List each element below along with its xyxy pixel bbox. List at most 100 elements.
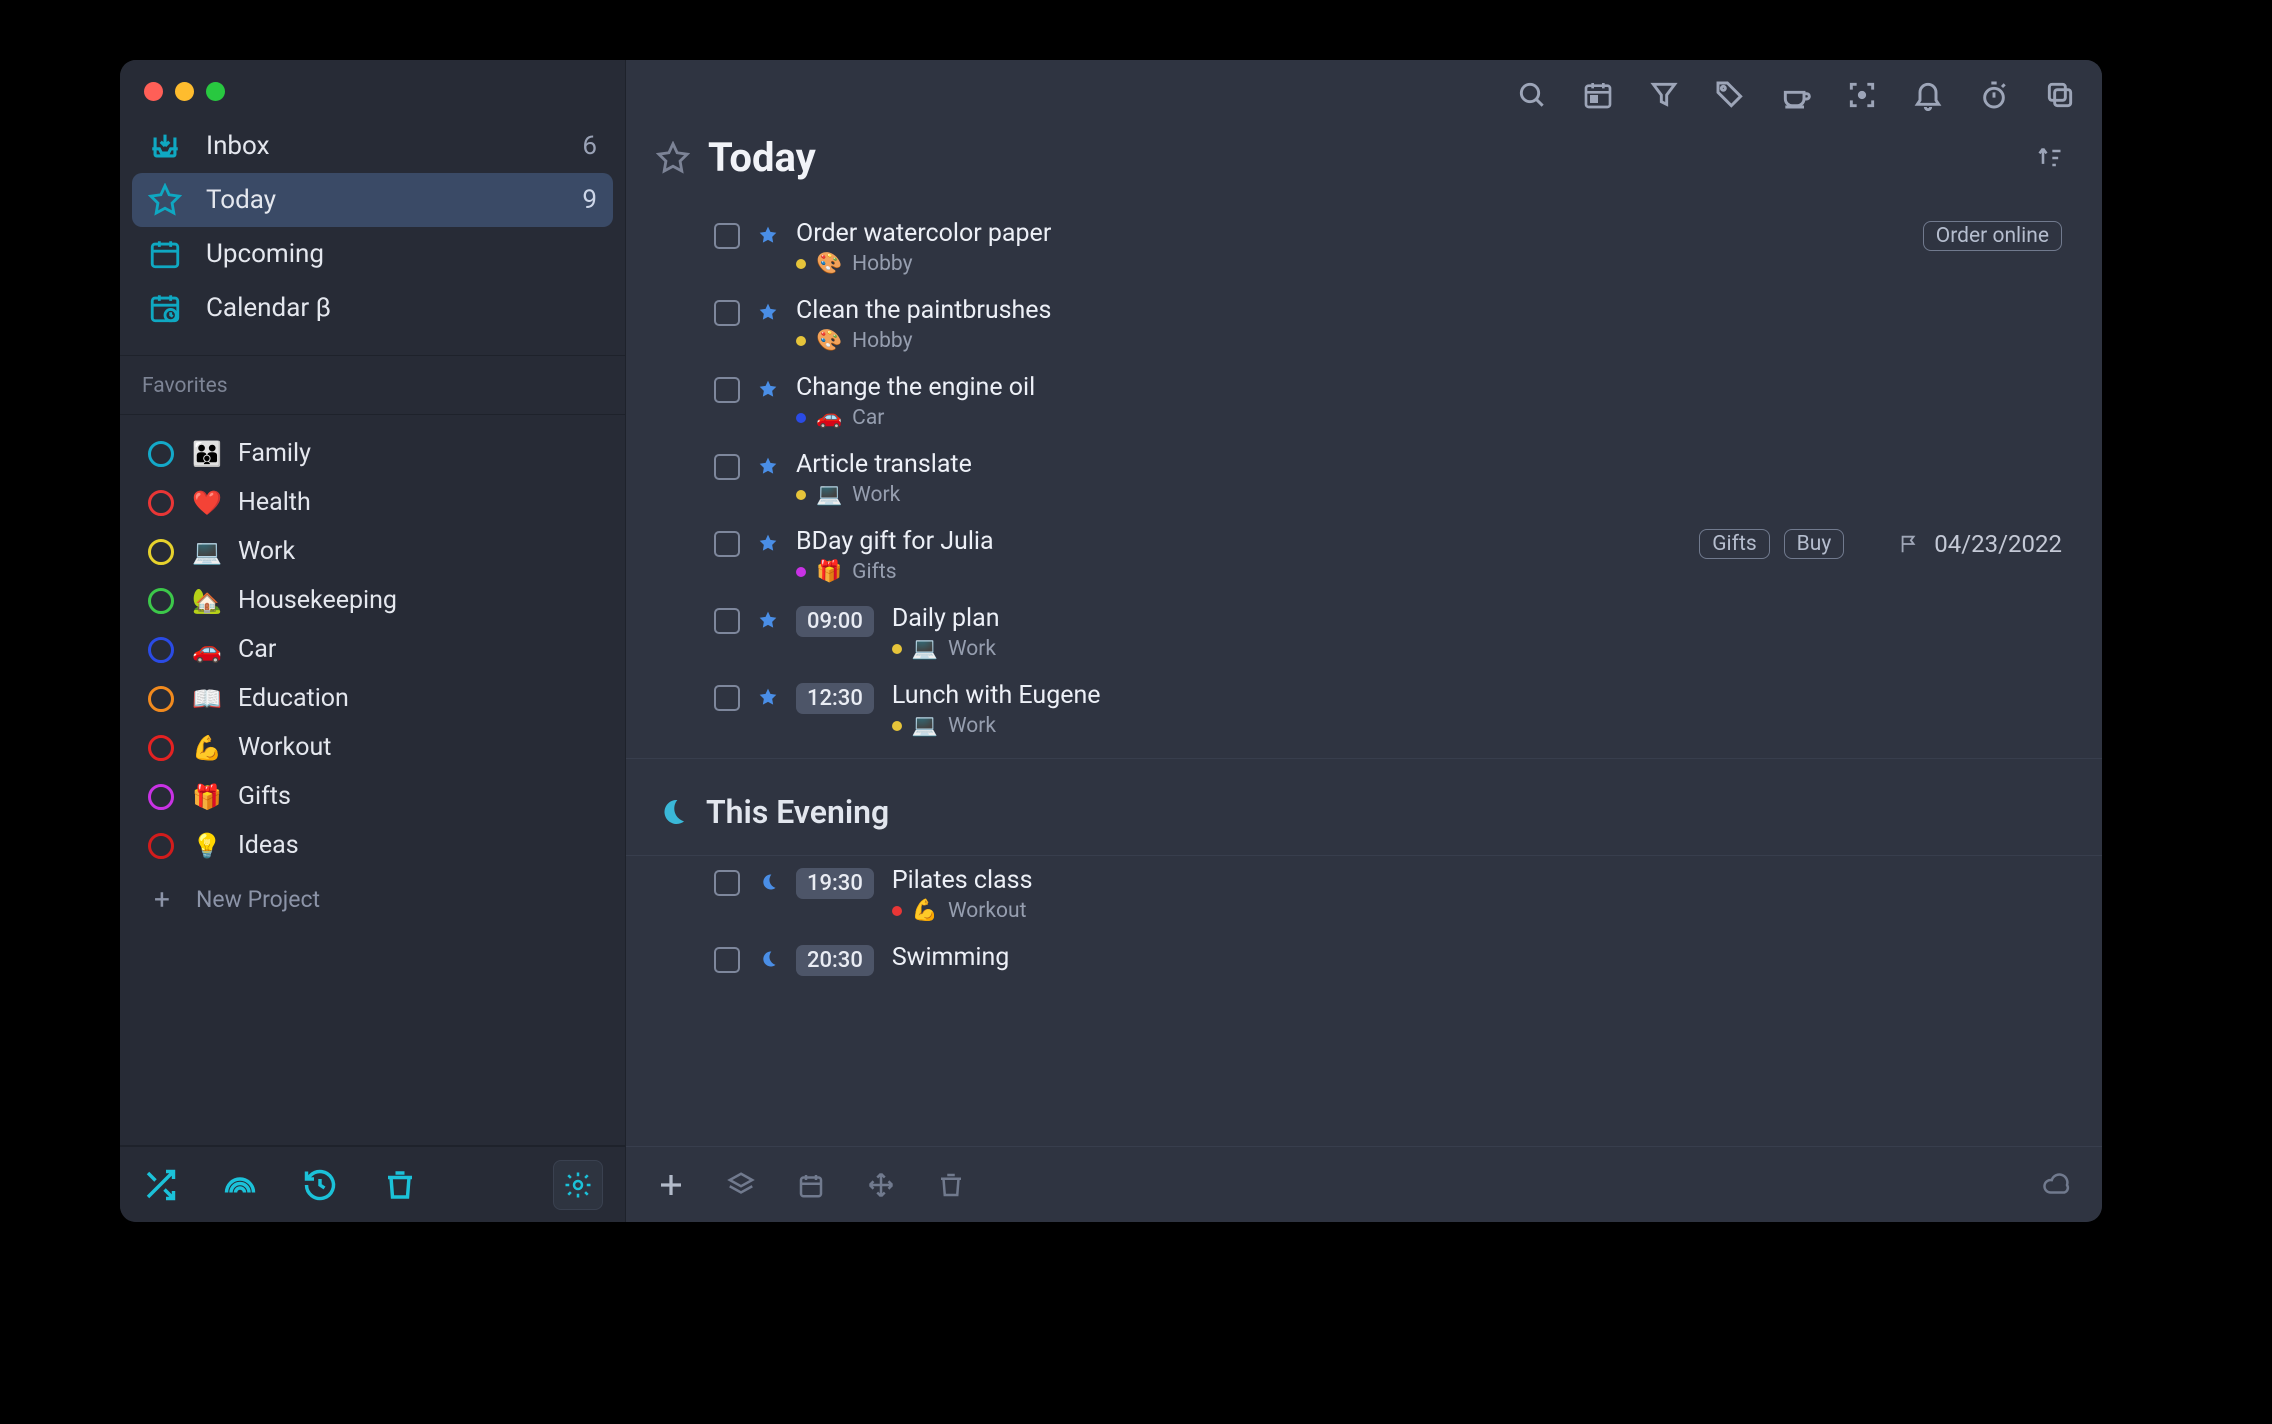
cloud-sync-icon[interactable] [2042, 1170, 2072, 1200]
tag-pill[interactable]: Order online [1923, 221, 2062, 251]
star-icon [148, 183, 182, 217]
task-row[interactable]: 09:00Daily plan💻Work [626, 594, 2102, 671]
minimize-window-button[interactable] [175, 82, 194, 101]
page-header: Today [626, 130, 2102, 201]
task-checkbox[interactable] [714, 454, 740, 480]
star-icon [758, 302, 778, 322]
project-emoji-icon: 🎁 [816, 560, 842, 584]
nav-label: Upcoming [206, 239, 324, 269]
project-color-icon [148, 637, 174, 663]
project-item[interactable]: 🚗Car [132, 627, 613, 672]
duplicate-icon[interactable] [2044, 79, 2076, 111]
task-row[interactable]: Clean the paintbrushes🎨Hobby [626, 286, 2102, 363]
close-window-button[interactable] [144, 82, 163, 101]
task-project-name: Work [852, 483, 900, 507]
nav-calendar[interactable]: Calendar β [132, 281, 613, 335]
nav-upcoming[interactable]: Upcoming [132, 227, 613, 281]
sidebar: Inbox 6 Today 9 Upcoming Calend [120, 60, 626, 1222]
task-title: Daily plan [892, 604, 2044, 633]
project-item[interactable]: 💻Work [132, 529, 613, 574]
project-emoji-icon: 💪 [912, 899, 938, 923]
task-project-name: Hobby [852, 329, 912, 353]
task-right: Gifts Buy 04/23/2022 [1699, 529, 2062, 559]
task-checkbox[interactable] [714, 531, 740, 557]
tag-icon[interactable] [1714, 79, 1746, 111]
task-date: 04/23/2022 [1934, 530, 2062, 558]
task-checkbox[interactable] [714, 377, 740, 403]
project-item[interactable]: 💡Ideas [132, 823, 613, 868]
task-meta: 🎨Hobby [796, 329, 2044, 353]
project-item[interactable]: 📖Education [132, 676, 613, 721]
task-row[interactable]: 20:30Swimming [626, 933, 2102, 986]
project-dot-icon [796, 259, 806, 269]
task-row[interactable]: Change the engine oil🚗Car [626, 363, 2102, 440]
calendar-clock-icon [148, 291, 182, 325]
settings-button[interactable] [553, 1160, 603, 1210]
project-name: Gifts [238, 782, 291, 811]
shuffle-icon[interactable] [142, 1167, 178, 1203]
traffic-lights [120, 60, 625, 111]
layers-icon[interactable] [726, 1170, 756, 1200]
calendar-today-icon[interactable] [1582, 79, 1614, 111]
task-checkbox[interactable] [714, 870, 740, 896]
task-time-badge: 20:30 [796, 945, 874, 976]
project-color-icon [148, 490, 174, 516]
task-checkbox[interactable] [714, 685, 740, 711]
task-project-name: Gifts [852, 560, 896, 584]
focus-icon[interactable] [1846, 79, 1878, 111]
calendar-icon [148, 237, 182, 271]
task-title: Pilates class [892, 866, 2044, 895]
maximize-window-button[interactable] [206, 82, 225, 101]
add-task-button[interactable] [656, 1170, 686, 1200]
task-body: Order watercolor paper🎨Hobby [796, 219, 1905, 276]
main-panel: Today Order watercolor paper🎨HobbyOrder … [626, 60, 2102, 1222]
task-row[interactable]: Order watercolor paper🎨Hobby Order online [626, 209, 2102, 286]
project-item[interactable]: 💪Workout [132, 725, 613, 770]
task-title: Lunch with Eugene [892, 681, 2044, 710]
task-title: BDay gift for Julia [796, 527, 1681, 556]
project-color-icon [148, 833, 174, 859]
project-item[interactable]: 🎁 Gifts [132, 774, 613, 819]
task-row[interactable]: Article translate💻Work [626, 440, 2102, 517]
tag-pill[interactable]: Gifts [1699, 529, 1769, 559]
nav-section: Inbox 6 Today 9 Upcoming Calend [120, 111, 625, 355]
project-name: Health [238, 488, 311, 517]
task-checkbox[interactable] [714, 300, 740, 326]
project-emoji: 🎁 [192, 783, 220, 811]
bell-icon[interactable] [1912, 79, 1944, 111]
tag-pill[interactable]: Buy [1784, 529, 1845, 559]
task-row[interactable]: BDay gift for Julia 🎁 Gifts Gifts Buy 04/23/2… [626, 517, 2102, 594]
filter-icon[interactable] [1648, 79, 1680, 111]
nav-today[interactable]: Today 9 [132, 173, 613, 227]
search-icon[interactable] [1516, 79, 1548, 111]
schedule-icon[interactable] [796, 1170, 826, 1200]
task-checkbox[interactable] [714, 223, 740, 249]
project-item[interactable]: 🏡Housekeeping [132, 578, 613, 623]
move-icon[interactable] [866, 1170, 896, 1200]
new-project-button[interactable]: +New Project [132, 872, 613, 927]
history-icon[interactable] [302, 1167, 338, 1203]
rainbow-icon[interactable] [222, 1167, 258, 1203]
task-time-badge: 12:30 [796, 683, 874, 714]
task-body: Clean the paintbrushes🎨Hobby [796, 296, 2044, 353]
project-name: Car [238, 635, 276, 664]
task-body: Daily plan💻Work [892, 604, 2044, 661]
stopwatch-icon[interactable] [1978, 79, 2010, 111]
task-checkbox[interactable] [714, 608, 740, 634]
task-row[interactable]: 12:30Lunch with Eugene💻Work [626, 671, 2102, 748]
task-meta: 🎁 Gifts [796, 560, 1681, 584]
project-dot-icon [892, 644, 902, 654]
sidebar-footer [120, 1146, 625, 1222]
nav-label: Inbox [206, 131, 270, 161]
inbox-icon [148, 129, 182, 163]
project-item[interactable]: 👪Family [132, 431, 613, 476]
delete-icon[interactable] [936, 1170, 966, 1200]
project-dot-icon [892, 906, 902, 916]
project-item[interactable]: ❤️Health [132, 480, 613, 525]
task-checkbox[interactable] [714, 947, 740, 973]
trash-icon[interactable] [382, 1167, 418, 1203]
sort-icon[interactable] [2036, 144, 2064, 172]
nav-inbox[interactable]: Inbox 6 [132, 119, 613, 173]
task-row[interactable]: 19:30Pilates class💪Workout [626, 856, 2102, 933]
coffee-icon[interactable] [1780, 79, 1812, 111]
